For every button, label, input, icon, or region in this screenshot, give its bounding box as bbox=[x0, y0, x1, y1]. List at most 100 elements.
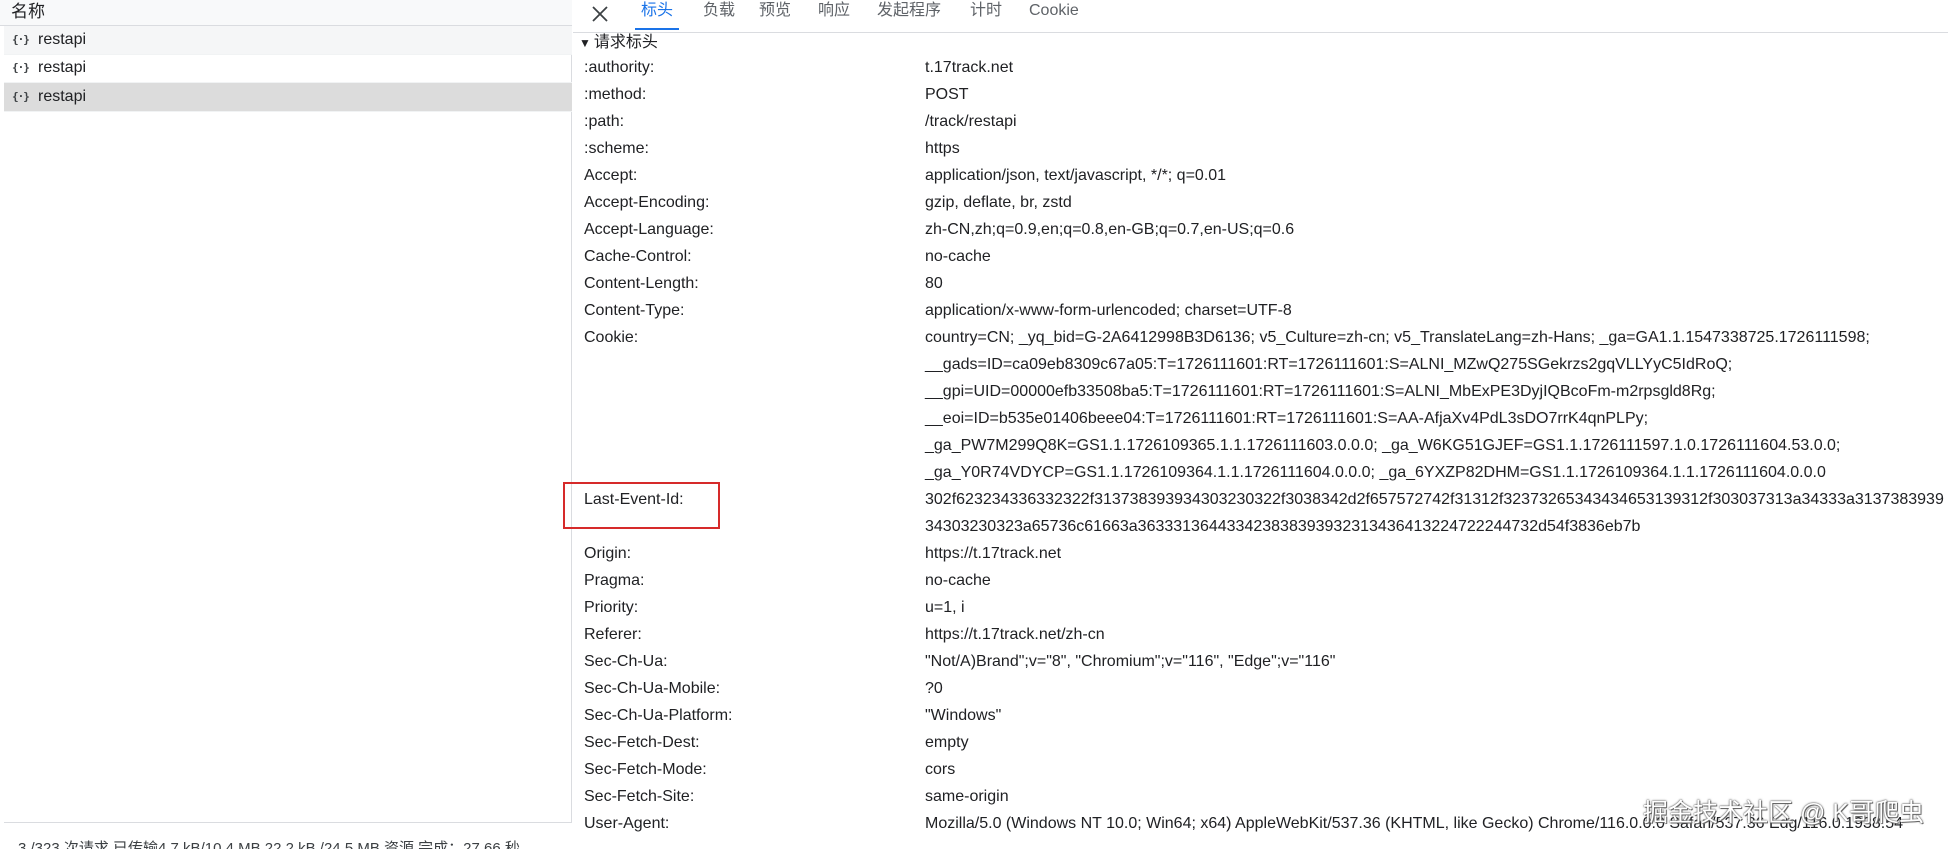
name-column-header[interactable]: 名称 bbox=[11, 0, 45, 22]
header-row: Priority: u=1, i bbox=[573, 599, 1948, 626]
header-value[interactable]: /track/restapi bbox=[925, 113, 1945, 140]
header-value[interactable]: u=1, i bbox=[925, 599, 1945, 626]
triangle-down-icon: ▼ bbox=[579, 36, 591, 50]
header-row: Sec-Fetch-Mode: cors bbox=[573, 761, 1948, 788]
request-name: restapi bbox=[38, 87, 87, 105]
network-summary-text: 3 /323 次请求 已传输4.7 kB/10.4 MB 22.2 kB /24… bbox=[18, 840, 520, 849]
annotation-highlight-box bbox=[563, 482, 720, 529]
header-value[interactable]: "Not/A)Brand";v="8", "Chromium";v="116",… bbox=[925, 653, 1945, 680]
header-row: Pragma: no-cache bbox=[573, 572, 1948, 599]
header-row: Sec-Ch-Ua-Mobile: ?0 bbox=[573, 680, 1948, 707]
header-name: Referer: bbox=[584, 626, 642, 643]
header-name: Sec-Fetch-Site: bbox=[584, 788, 695, 805]
header-name: Accept: bbox=[584, 167, 638, 184]
header-value-line: __eoi=ID=b535e01406beee04:T=1726111601:R… bbox=[925, 410, 1649, 427]
xhr-fetch-icon: {·} bbox=[12, 32, 30, 46]
header-value-line: /track/restapi bbox=[925, 113, 1017, 130]
header-row: Content-Type: application/x-www-form-urle… bbox=[573, 302, 1948, 329]
header-value-line: __gpi=UID=00000efb33508ba5:T=1726111601:… bbox=[925, 383, 1716, 400]
header-value[interactable]: empty bbox=[925, 734, 1945, 761]
tab-timing[interactable]: 计时 bbox=[970, 0, 1002, 32]
section-title: 请求标头 bbox=[593, 34, 658, 51]
header-value[interactable]: application/x-www-form-urlencoded; chars… bbox=[925, 302, 1945, 329]
tab-preview[interactable]: 预览 bbox=[759, 0, 791, 32]
header-name: :method: bbox=[584, 86, 647, 103]
header-value-line: country=CN; _yq_bid=G-2A6412998B3D6136; … bbox=[925, 329, 1870, 346]
header-value[interactable]: "Windows" bbox=[925, 707, 1945, 734]
header-row: :method: POST bbox=[573, 86, 1948, 113]
tab-payload[interactable]: 负载 bbox=[703, 0, 735, 32]
header-value-line: application/json, text/javascript, */*; … bbox=[925, 167, 1227, 184]
header-value-line: 302f623234336332322f31373839393430323032… bbox=[925, 491, 1944, 508]
header-name: Content-Length: bbox=[584, 275, 699, 292]
header-value[interactable]: country=CN; _yq_bid=G-2A6412998B3D6136; … bbox=[925, 329, 1945, 491]
header-name: User-Agent: bbox=[584, 815, 670, 832]
header-row: Sec-Ch-Ua: "Not/A)Brand";v="8", "Chromium… bbox=[573, 653, 1948, 680]
header-value[interactable]: no-cache bbox=[925, 248, 1945, 275]
header-name: :authority: bbox=[584, 59, 655, 76]
header-value-line: POST bbox=[925, 86, 969, 103]
request-name: restapi bbox=[38, 30, 87, 48]
header-value[interactable]: application/json, text/javascript, */*; … bbox=[925, 167, 1945, 194]
xhr-fetch-icon: {·} bbox=[12, 89, 30, 103]
header-row: Sec-Fetch-Dest: empty bbox=[573, 734, 1948, 761]
header-value-line: "Windows" bbox=[925, 707, 1002, 724]
header-name: Sec-Ch-Ua-Mobile: bbox=[584, 680, 721, 697]
header-value-line: _ga_PW7M299Q8K=GS1.1.1726109365.1.1.1726… bbox=[925, 437, 1841, 454]
header-value-line: empty bbox=[925, 734, 969, 751]
header-value[interactable]: gzip, deflate, br, zstd bbox=[925, 194, 1945, 221]
header-row: Referer: https://t.17track.net/zh-cn bbox=[573, 626, 1948, 653]
watermark: 掘金技术社区 @ K哥爬虫 bbox=[1643, 799, 1924, 827]
request-headers-list: :authority: t.17track.net :method: POST :pat… bbox=[573, 59, 1948, 842]
header-name: Sec-Fetch-Mode: bbox=[584, 761, 707, 778]
header-value[interactable]: ?0 bbox=[925, 680, 1945, 707]
header-value-line: zh-CN,zh;q=0.9,en;q=0.8,en-GB;q=0.7,en-U… bbox=[925, 221, 1295, 238]
header-name: Accept-Encoding: bbox=[584, 194, 710, 211]
header-name: :path: bbox=[584, 113, 625, 130]
xhr-fetch-icon: {·} bbox=[12, 61, 30, 75]
request-name: restapi bbox=[38, 59, 87, 77]
header-value[interactable]: 80 bbox=[925, 275, 1945, 302]
close-icon[interactable] bbox=[587, 2, 613, 28]
header-value[interactable]: cors bbox=[925, 761, 1945, 788]
tab-initiator[interactable]: 发起程序 bbox=[877, 0, 941, 32]
header-row: Cache-Control: no-cache bbox=[573, 248, 1948, 275]
header-value-line: __gads=ID=ca09eb8309c67a05:T=1726111601:… bbox=[925, 356, 1733, 373]
header-value[interactable]: POST bbox=[925, 86, 1945, 113]
header-value[interactable]: t.17track.net bbox=[925, 59, 1945, 86]
tab-response[interactable]: 响应 bbox=[818, 0, 850, 32]
header-value[interactable]: https://t.17track.net bbox=[925, 545, 1945, 572]
request-row[interactable]: {·} restapi bbox=[4, 55, 572, 83]
header-value[interactable]: https://t.17track.net/zh-cn bbox=[925, 626, 1945, 653]
header-name: Content-Type: bbox=[584, 302, 685, 319]
header-row: Cookie: country=CN; _yq_bid=G-2A6412998B3… bbox=[573, 329, 1948, 491]
header-value-line: https://t.17track.net/zh-cn bbox=[925, 626, 1105, 643]
header-value-line: application/x-www-form-urlencoded; chars… bbox=[925, 302, 1292, 319]
header-row: :authority: t.17track.net bbox=[573, 59, 1948, 86]
header-value-line: t.17track.net bbox=[925, 59, 1014, 76]
header-value[interactable]: no-cache bbox=[925, 572, 1945, 599]
tab-cookies[interactable]: Cookie bbox=[1029, 0, 1079, 32]
header-name: Pragma: bbox=[584, 572, 645, 589]
header-row: :path: /track/restapi bbox=[573, 113, 1948, 140]
header-row: Sec-Ch-Ua-Platform: "Windows" bbox=[573, 707, 1948, 734]
header-value-line: no-cache bbox=[925, 248, 991, 265]
request-row[interactable]: {·} restapi bbox=[4, 26, 572, 55]
header-value[interactable]: https bbox=[925, 140, 1945, 167]
header-value-line: 80 bbox=[925, 275, 943, 292]
header-row: :scheme: https bbox=[573, 140, 1948, 167]
header-name: Accept-Language: bbox=[584, 221, 714, 238]
header-name: Cache-Control: bbox=[584, 248, 692, 265]
header-value-line: cors bbox=[925, 761, 956, 778]
request-list-header[interactable]: 名称 bbox=[0, 0, 572, 26]
header-name: :scheme: bbox=[584, 140, 649, 157]
header-value[interactable]: 302f623234336332322f31373839393430323032… bbox=[925, 491, 1945, 545]
devtools-network-panel: 名称 {·} restapi {·} restapi {·} restapi 3… bbox=[0, 0, 1948, 849]
header-value-line: ?0 bbox=[925, 680, 943, 697]
request-list: {·} restapi {·} restapi {·} restapi bbox=[4, 26, 572, 112]
header-value[interactable]: zh-CN,zh;q=0.9,en;q=0.8,en-GB;q=0.7,en-U… bbox=[925, 221, 1945, 248]
header-value-line: _ga_Y0R74VDYCP=GS1.1.1726109364.1.1.1726… bbox=[925, 464, 1826, 481]
request-row-selected[interactable]: {·} restapi bbox=[4, 83, 572, 112]
request-headers-section-toggle[interactable]: ▼ 请求标头 bbox=[579, 28, 658, 52]
header-row: Accept: application/json, text/javascript… bbox=[573, 167, 1948, 194]
